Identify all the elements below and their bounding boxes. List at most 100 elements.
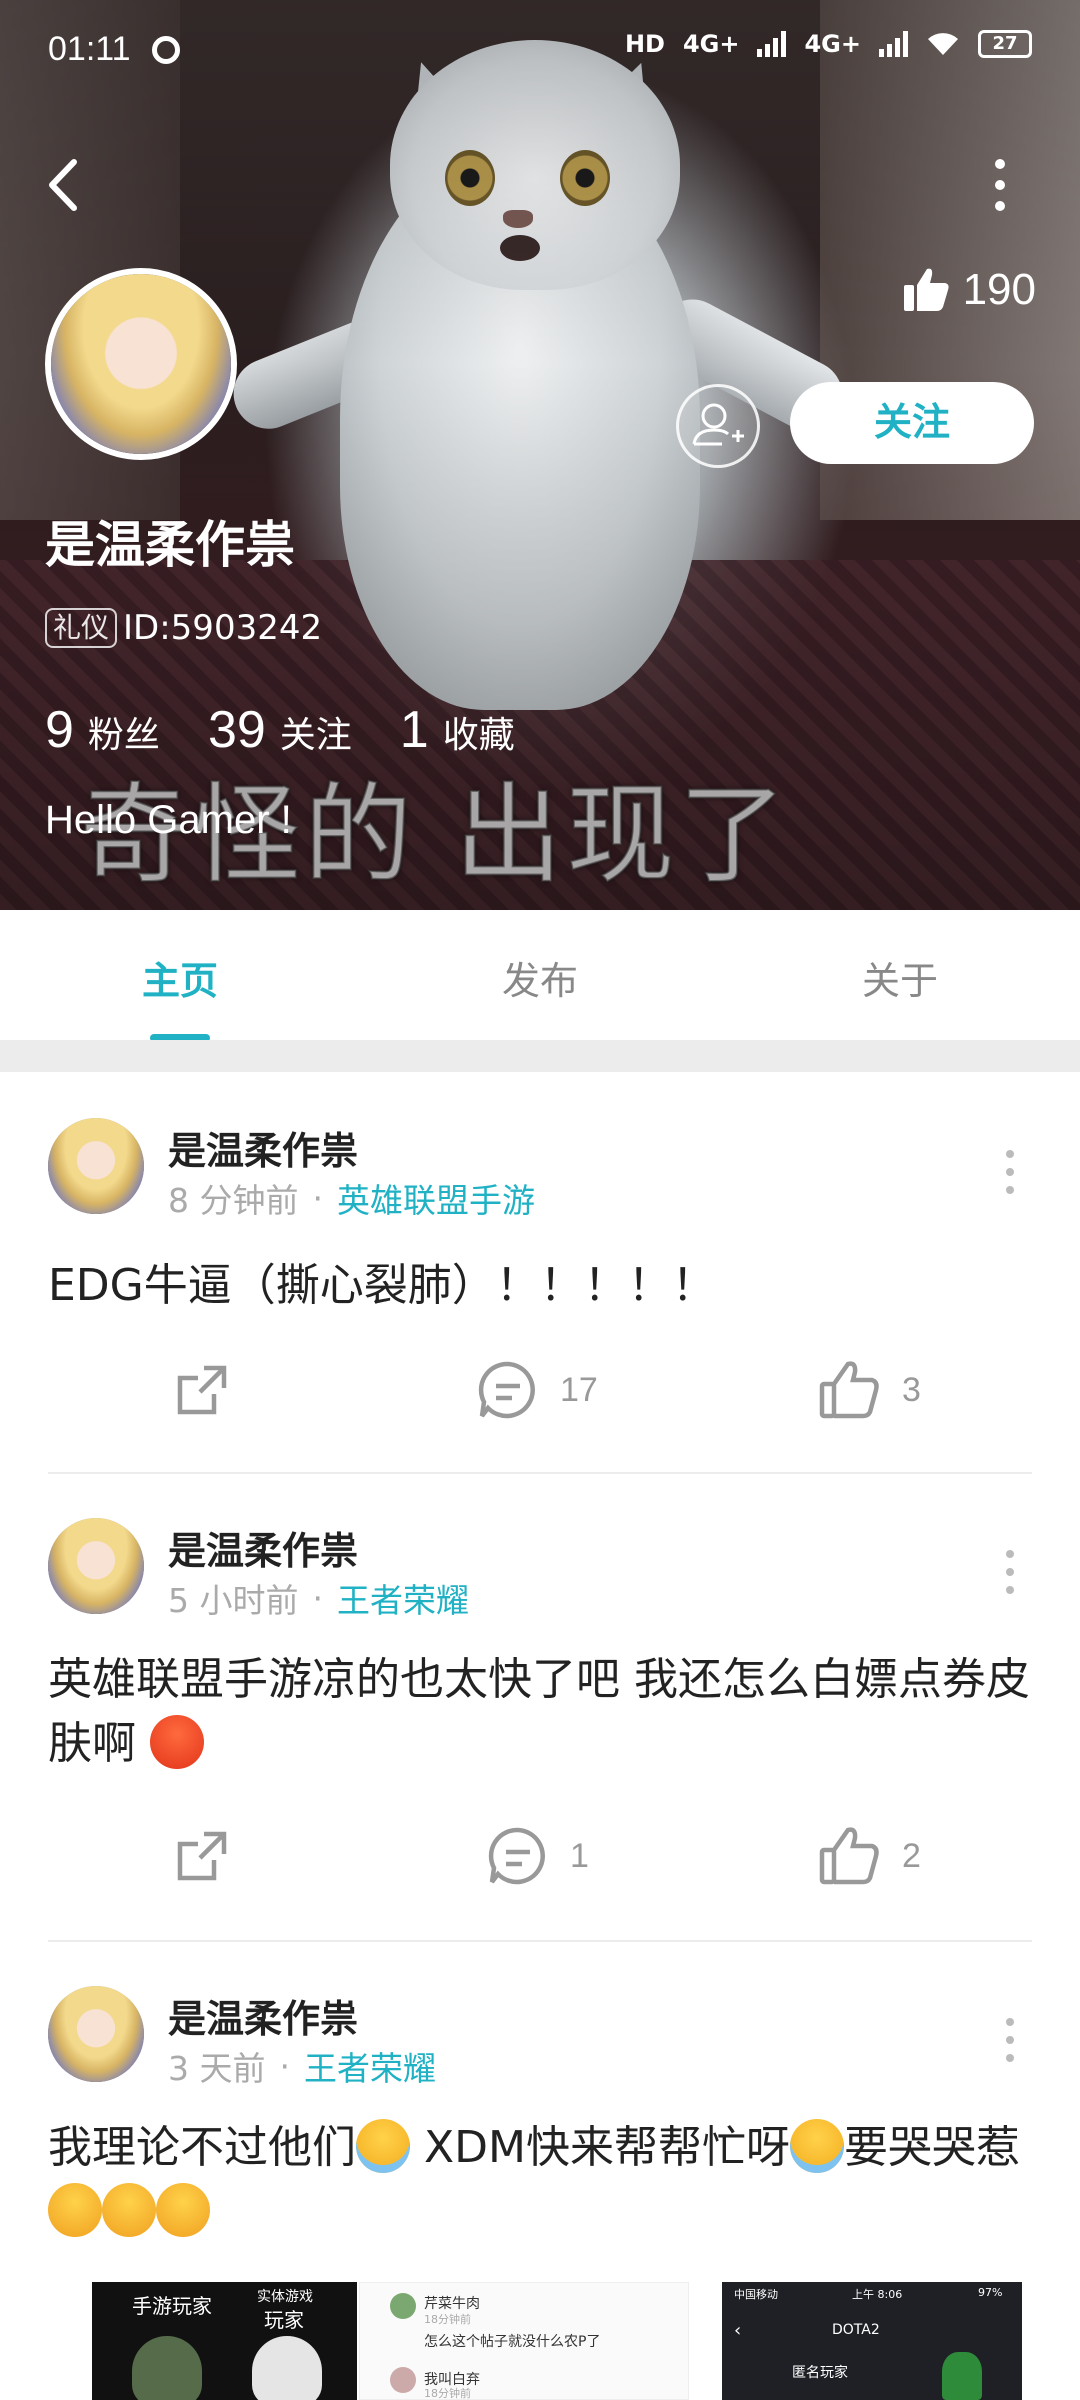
status-time: 01:11 bbox=[48, 30, 131, 68]
share-icon bbox=[177, 1831, 227, 1881]
image-text: 实体游戏 bbox=[257, 2289, 313, 2305]
profile-tabs: 主页 发布 关于 bbox=[0, 910, 1080, 1042]
hd-icon: HD bbox=[624, 30, 665, 58]
post-image-3[interactable]: 中国移动 上午 8:06 97% ‹ DOTA2 匿名玩家 bbox=[722, 2282, 1022, 2400]
status-bar: 01:11 HD 4G+ 4G+ 27 bbox=[0, 20, 1080, 80]
image-text: 芹菜牛肉 bbox=[424, 2296, 480, 2312]
stat-following-count: 39 bbox=[207, 701, 266, 759]
thumb-up-icon bbox=[819, 1361, 879, 1419]
image-text: 匿名玩家 bbox=[792, 2365, 848, 2381]
share-button[interactable] bbox=[170, 1824, 234, 1888]
profile-stats: 9 粉丝 39 关注 1 收藏 bbox=[45, 700, 515, 760]
frustrated-emoji-icon bbox=[102, 2183, 156, 2237]
image-text: 18分钟前 bbox=[424, 2387, 471, 2400]
profile-id: ID:5903242 bbox=[123, 608, 323, 648]
network-label-1: 4G+ bbox=[682, 30, 740, 58]
post-game-tag[interactable]: 王者荣耀 bbox=[337, 1574, 469, 1622]
post-game-tag[interactable]: 王者荣耀 bbox=[304, 2042, 436, 2090]
avatar-image bbox=[48, 1518, 144, 1614]
tab-about[interactable]: 关于 bbox=[800, 950, 1000, 1005]
post-author-name[interactable]: 是温柔作祟 bbox=[168, 1120, 358, 1175]
frustrated-emoji-icon bbox=[156, 2183, 210, 2237]
comment-icon bbox=[478, 1361, 535, 1419]
post-content-part1: 我理论不过他们 bbox=[48, 2122, 356, 2173]
avatar bbox=[390, 2293, 416, 2319]
image-text: 中国移动 bbox=[734, 2288, 778, 2301]
like-button[interactable]: 3 bbox=[818, 1358, 921, 1422]
feed-post[interactable]: 是温柔作祟 5 小时前 · 王者荣耀 英雄联盟手游凉的也太快了吧 我还怎么白嫖点… bbox=[0, 1518, 1080, 1938]
post-time: 8 分钟前 bbox=[168, 1181, 299, 1220]
comment-button[interactable]: 17 bbox=[476, 1358, 598, 1422]
post-author-avatar[interactable] bbox=[48, 1518, 144, 1614]
network-label-2: 4G+ bbox=[804, 30, 861, 58]
profile-like-counter[interactable]: 190 bbox=[901, 265, 1036, 315]
section-separator bbox=[0, 1040, 1080, 1072]
thumb-up-icon bbox=[903, 268, 949, 311]
image-figure bbox=[252, 2336, 322, 2400]
post-content[interactable]: EDG牛逼（撕心裂肺）！！！！！ bbox=[48, 1254, 1038, 1318]
post-content-part2: XDM快来帮帮忙呀 bbox=[410, 2122, 790, 2173]
post-author-name[interactable]: 是温柔作祟 bbox=[168, 1988, 358, 2043]
stat-fans[interactable]: 9 粉丝 bbox=[45, 700, 160, 760]
post-more-icon[interactable] bbox=[1000, 2010, 1020, 2070]
crying-emoji-icon bbox=[789, 2119, 844, 2173]
follow-button[interactable]: 关注 bbox=[790, 382, 1034, 464]
comment-button[interactable]: 1 bbox=[486, 1824, 589, 1888]
profile-avatar[interactable] bbox=[45, 268, 237, 460]
post-more-icon[interactable] bbox=[1000, 1542, 1020, 1602]
avatar-image bbox=[48, 1118, 144, 1214]
back-chevron-icon[interactable] bbox=[40, 150, 90, 220]
profile-bio: Hello Gamer ! bbox=[45, 798, 292, 842]
post-more-icon[interactable] bbox=[1000, 1142, 1020, 1202]
like-button[interactable]: 2 bbox=[818, 1824, 921, 1888]
post-image-1[interactable]: 手游玩家 实体游戏 玩家 bbox=[92, 2282, 357, 2400]
image-text: 上午 8:06 bbox=[852, 2288, 903, 2301]
signal-icon-2 bbox=[879, 31, 908, 57]
stat-favorites-label: 收藏 bbox=[442, 715, 515, 756]
feed-post[interactable]: 是温柔作祟 8 分钟前 · 英雄联盟手游 EDG牛逼（撕心裂肺）！！！！！ 17 bbox=[0, 1118, 1080, 1478]
more-vertical-icon[interactable] bbox=[980, 150, 1020, 220]
like-count: 2 bbox=[902, 1836, 921, 1875]
comment-icon bbox=[488, 1827, 545, 1885]
stat-fans-count: 9 bbox=[45, 701, 74, 759]
post-game-tag[interactable]: 英雄联盟手游 bbox=[337, 1174, 535, 1222]
post-image-2[interactable]: 芹菜牛肉 18分钟前 怎么这个帖子就没什么农P了 我叫白弃 18分钟前 bbox=[359, 2282, 689, 2400]
add-user-icon bbox=[692, 403, 744, 446]
post-divider bbox=[48, 1940, 1032, 1942]
post-author-avatar[interactable] bbox=[48, 1118, 144, 1214]
meta-separator: · bbox=[312, 1178, 324, 1218]
stat-following-label: 关注 bbox=[279, 715, 352, 756]
image-text: ‹ bbox=[734, 2320, 742, 2341]
tab-home[interactable]: 主页 bbox=[80, 950, 280, 1005]
profile-id-row: 礼仪 ID:5903242 bbox=[45, 608, 322, 648]
wifi-icon bbox=[928, 33, 958, 55]
post-author-avatar[interactable] bbox=[48, 1986, 144, 2082]
post-content[interactable]: 英雄联盟手游凉的也太快了吧 我还怎么白嫖点券皮肤啊 bbox=[48, 1648, 1048, 1776]
image-text: 18分钟前 bbox=[424, 2313, 471, 2326]
profile-user-name: 是温柔作祟 bbox=[45, 516, 295, 574]
angry-emoji-icon bbox=[150, 1715, 204, 1769]
post-content[interactable]: 我理论不过他们 XDM快来帮帮忙呀 要哭哭惹 bbox=[48, 2116, 1048, 2244]
post-image-gallery: 手游玩家 实体游戏 玩家 芹菜牛肉 18分钟前 怎么这个帖子就没什么农P了 我叫… bbox=[92, 2282, 1022, 2400]
post-time: 3 天前 bbox=[168, 2049, 266, 2088]
post-content-part3: 要哭哭惹 bbox=[843, 2122, 1020, 2173]
like-count: 3 bbox=[902, 1370, 921, 1409]
add-friend-button[interactable] bbox=[676, 384, 760, 468]
meta-separator: · bbox=[312, 1578, 324, 1618]
post-author-name[interactable]: 是温柔作祟 bbox=[168, 1520, 358, 1575]
crying-emoji-icon bbox=[356, 2119, 410, 2173]
signal-icon-1 bbox=[757, 31, 787, 57]
comment-count: 1 bbox=[570, 1836, 589, 1875]
etiquette-badge[interactable]: 礼仪 bbox=[45, 608, 118, 648]
post-meta: 5 小时前 · 王者荣耀 bbox=[168, 1574, 469, 1622]
post-actions: 17 3 bbox=[0, 1358, 1080, 1438]
share-button[interactable] bbox=[170, 1358, 234, 1422]
image-text: 玩家 bbox=[264, 2308, 304, 2332]
post-divider bbox=[48, 1472, 1032, 1474]
avatar-image bbox=[51, 274, 231, 454]
tab-posts[interactable]: 发布 bbox=[440, 950, 640, 1005]
image-text: DOTA2 bbox=[832, 2322, 880, 2338]
stat-fans-label: 粉丝 bbox=[87, 715, 160, 756]
stat-following[interactable]: 39 关注 bbox=[208, 700, 352, 760]
stat-favorites[interactable]: 1 收藏 bbox=[400, 700, 515, 760]
